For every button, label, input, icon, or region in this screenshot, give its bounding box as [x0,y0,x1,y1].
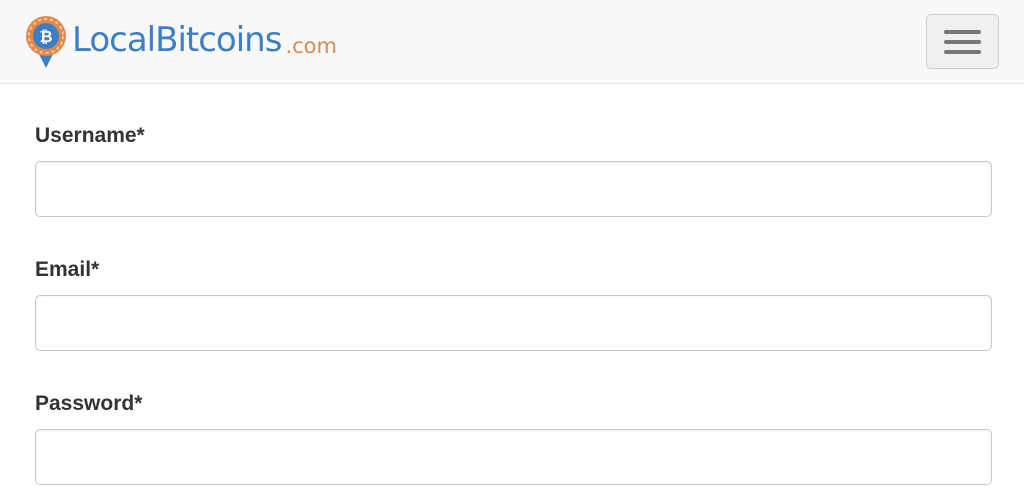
username-field-group: Username* [35,122,992,217]
email-input[interactable] [35,295,992,351]
brand-name: LocalBitcoins [72,20,282,60]
brand-logo-link[interactable]: ₿ LocalBitcoins .com [24,14,337,70]
hamburger-menu-icon [944,40,981,44]
username-label: Username* [35,124,145,147]
password-label: Password* [35,392,143,415]
email-field-group: Email* [35,256,992,351]
username-input[interactable] [35,161,992,217]
password-field-group: Password* [35,390,992,485]
brand-tld: .com [285,34,337,58]
svg-text:₿: ₿ [39,27,52,46]
hamburger-menu-icon [944,50,981,54]
menu-toggle-button[interactable] [926,14,999,69]
password-input[interactable] [35,429,992,485]
hamburger-menu-icon [944,30,981,34]
email-label: Email* [35,258,100,281]
navbar: ₿ LocalBitcoins .com [0,0,1024,84]
bitcoin-map-pin-icon: ₿ [26,16,66,68]
signup-form: Username* Email* Password* [35,122,992,485]
